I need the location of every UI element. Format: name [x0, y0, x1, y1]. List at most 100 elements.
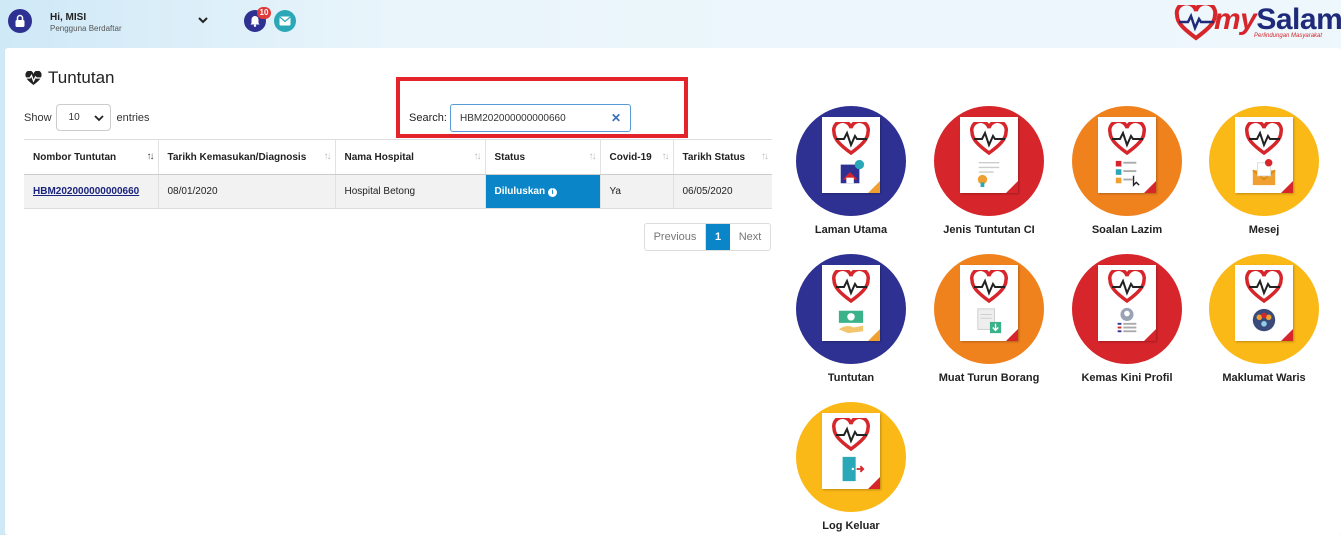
entries-label: entries	[116, 111, 150, 124]
clear-icon[interactable]: ✕	[611, 111, 621, 125]
entries-select[interactable]: 10	[55, 104, 111, 131]
top-header: Hi, MISI Pengguna Berdaftar 10 mySalam P…	[0, 0, 1341, 45]
faq-list-icon	[1115, 160, 1140, 187]
sort-icon: ↑↓	[323, 151, 332, 162]
document-icon	[1098, 117, 1156, 193]
cell-tarikh-status: 06/05/2020	[673, 174, 772, 209]
menu-tile-label: Tuntutan	[827, 372, 875, 384]
menu-tile-log-keluar[interactable]: Log Keluar	[782, 402, 920, 532]
table-header-row: Nombor Tuntutan ↑↓ Tarikh Kemasukan/Diagn…	[24, 139, 772, 175]
column-label: Tarikh Kemasukan/Diagnosis	[167, 151, 307, 163]
page-fold-icon	[868, 477, 880, 489]
mysalam-logo: mySalam Perlindungan Masyarakat	[1174, 3, 1341, 43]
menu-tile-laman-utama[interactable]: Laman Utama	[782, 106, 920, 236]
chevron-down-icon[interactable]	[196, 13, 210, 27]
entries-length: Show 10 entries	[24, 104, 150, 131]
pagination: Previous 1 Next	[644, 223, 771, 251]
heartbeat-icon	[832, 122, 870, 156]
heartbeat-icon	[832, 270, 870, 304]
notification-badge: 10	[257, 7, 271, 19]
envelope-icon[interactable]	[274, 10, 296, 32]
menu-tile-circle[interactable]	[1209, 254, 1319, 364]
col-tarikh-status[interactable]: Tarikh Status ↑↓	[673, 139, 772, 175]
menu-tile-tuntutan[interactable]: Tuntutan	[782, 254, 920, 384]
menu-tile-label: Mesej	[1248, 224, 1280, 236]
menu-tile-maklumat-waris[interactable]: Maklumat Waris	[1195, 254, 1333, 384]
menu-tile-mesej[interactable]: Mesej	[1195, 106, 1333, 236]
column-label: Nombor Tuntutan	[33, 151, 117, 163]
money-hand-icon	[838, 310, 864, 334]
profile-card-icon	[1117, 307, 1137, 333]
show-label: Show	[24, 111, 52, 124]
document-icon	[822, 117, 880, 193]
info-icon[interactable]: i	[548, 188, 558, 197]
brand-tagline: Perlindungan Masyarakat	[1254, 33, 1323, 39]
heartbeat-icon	[1245, 270, 1283, 304]
menu-tile-label: Kemas Kini Profil	[1081, 372, 1173, 384]
column-label: Tarikh Status	[682, 151, 746, 163]
next-button[interactable]: Next	[730, 224, 770, 250]
search-field[interactable]: ✕	[450, 104, 631, 132]
menu-tile-circle[interactable]	[934, 106, 1044, 216]
menu-tile-label: Jenis Tuntutan CI	[943, 224, 1035, 236]
previous-button[interactable]: Previous	[645, 224, 706, 250]
search-input[interactable]	[460, 112, 600, 124]
document-icon	[960, 117, 1018, 193]
page-fold-icon	[1281, 181, 1293, 193]
sort-icon: ↑↓	[146, 151, 155, 162]
page-fold-icon	[868, 181, 880, 193]
menu-tile-label: Log Keluar	[822, 520, 880, 532]
menu-tile-muat-turun-borang[interactable]: Muat Turun Borang	[920, 254, 1058, 384]
menu-tile-circle[interactable]	[796, 106, 906, 216]
heartbeat-icon	[970, 270, 1008, 304]
user-greeting[interactable]: Hi, MISI Pengguna Berdaftar	[50, 12, 122, 33]
claim-number-link[interactable]: HBM202000000000660	[24, 174, 159, 209]
status-text: Diluluskan	[494, 186, 546, 197]
page-title-text: Tuntutan	[48, 68, 115, 87]
entries-value: 10	[68, 112, 80, 123]
menu-tile-soalan-lazim[interactable]: Soalan Lazim	[1058, 106, 1196, 236]
sort-icon: ↑↓	[588, 151, 597, 162]
chevron-down-icon	[93, 114, 104, 121]
col-covid[interactable]: Covid-19 ↑↓	[600, 139, 674, 175]
col-nombor-tuntutan[interactable]: Nombor Tuntutan ↑↓	[24, 139, 159, 175]
heartbeat-icon	[25, 70, 42, 85]
menu-tile-label: Soalan Lazim	[1091, 224, 1163, 236]
page-fold-icon	[1006, 181, 1018, 193]
heart-logo-icon	[1174, 5, 1218, 41]
document-icon	[822, 265, 880, 341]
menu-tile-circle[interactable]	[796, 254, 906, 364]
cell-status[interactable]: Diluluskan i	[485, 174, 601, 209]
heartbeat-icon	[970, 122, 1008, 156]
user-name: Hi, MISI	[50, 12, 87, 23]
house-icon	[840, 159, 865, 184]
document-icon	[960, 265, 1018, 341]
menu-tile-circle[interactable]	[1209, 106, 1319, 216]
col-tarikh-kemasukan[interactable]: Tarikh Kemasukan/Diagnosis ↑↓	[158, 139, 336, 175]
cell-tarikh-kemasukan: 08/01/2020	[158, 174, 336, 209]
menu-tile-jenis-tuntutan-ci[interactable]: Jenis Tuntutan CI	[920, 106, 1058, 236]
menu-tile-circle[interactable]	[934, 254, 1044, 364]
page-fold-icon	[1281, 329, 1293, 341]
document-icon	[1098, 265, 1156, 341]
column-label: Covid-19	[609, 151, 652, 163]
page-fold-icon	[1144, 181, 1156, 193]
menu-tile-label: Maklumat Waris	[1222, 372, 1306, 384]
document-icon	[1235, 117, 1293, 193]
user-icon[interactable]	[8, 9, 32, 33]
menu-tile-circle[interactable]	[796, 402, 906, 512]
menu-tile-circle[interactable]	[1072, 106, 1182, 216]
cell-covid: Ya	[600, 174, 674, 209]
col-status[interactable]: Status ↑↓	[485, 139, 601, 175]
brand-my: my	[1214, 3, 1257, 36]
brand-wordmark: mySalam	[1214, 3, 1341, 37]
col-nama-hospital[interactable]: Nama Hospital ↑↓	[335, 139, 486, 175]
page-1-button[interactable]: 1	[706, 224, 730, 250]
document-icon	[1235, 265, 1293, 341]
sort-icon: ↑↓	[761, 151, 769, 162]
download-form-icon	[977, 308, 1002, 334]
menu-tile-circle[interactable]	[1072, 254, 1182, 364]
claims-table: Nombor Tuntutan ↑↓ Tarikh Kemasukan/Diagn…	[24, 139, 772, 209]
heartbeat-icon	[1245, 122, 1283, 156]
menu-tile-kemas-kini-profil[interactable]: Kemas Kini Profil	[1058, 254, 1196, 384]
